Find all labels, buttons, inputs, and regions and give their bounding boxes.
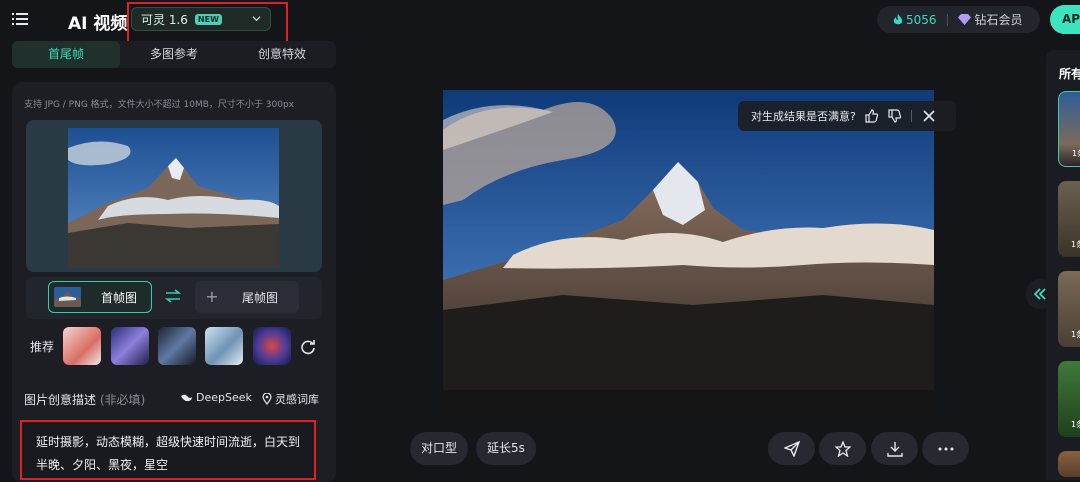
history-item[interactable]: 1条 xyxy=(1058,361,1080,437)
uploaded-image xyxy=(68,128,279,268)
double-chevron-left-icon xyxy=(1033,288,1046,300)
share-button[interactable] xyxy=(768,432,815,465)
recommend-item[interactable] xyxy=(111,327,149,365)
model-select-highlight xyxy=(127,2,288,44)
vip-button[interactable]: 钻石会员 xyxy=(957,11,1023,28)
whale-icon xyxy=(181,394,192,401)
history-item[interactable] xyxy=(1058,451,1080,477)
stats-divider xyxy=(946,13,948,26)
star-icon xyxy=(834,440,851,457)
recommend-item[interactable] xyxy=(205,327,243,365)
app-title: AI 视频 xyxy=(68,14,128,34)
recommend-item[interactable] xyxy=(158,327,196,365)
history-item-label: 1条 xyxy=(1071,240,1080,249)
more-button[interactable] xyxy=(922,432,969,465)
feedback-divider xyxy=(910,110,912,122)
account-stats[interactable]: 5056 钻石会员 xyxy=(877,6,1040,33)
lipsync-button[interactable]: 对口型 xyxy=(410,432,468,465)
tab-multi-image[interactable]: 多图参考 xyxy=(120,41,228,68)
credits-value: 5056 xyxy=(906,12,937,27)
recommend-item[interactable] xyxy=(63,327,101,365)
history-item-label: 1条 xyxy=(1071,330,1080,339)
history-item-label: 1条 xyxy=(1072,149,1080,158)
history-item[interactable]: 1条 xyxy=(1058,271,1080,347)
generated-video-preview[interactable] xyxy=(443,90,934,416)
add-icon: + xyxy=(205,287,219,306)
swap-icon[interactable] xyxy=(165,289,181,303)
tab-effects[interactable]: 创意特效 xyxy=(228,41,336,68)
description-highlight xyxy=(20,420,316,480)
close-icon[interactable] xyxy=(922,109,936,123)
deepseek-button[interactable]: DeepSeek xyxy=(180,391,252,404)
favorite-button[interactable] xyxy=(819,432,866,465)
extend-button[interactable]: 延长5s xyxy=(476,432,536,465)
feedback-bar: 对生成结果是否满意? xyxy=(738,101,956,131)
upload-hint: 支持 JPG / PNG 格式，文件大小不超过 10MB，尺寸不小于 300px xyxy=(24,100,294,110)
last-frame-label: 尾帧图 xyxy=(242,290,279,305)
flame-icon xyxy=(893,13,903,24)
optional-label: (非必填) xyxy=(99,393,146,407)
diamond-icon xyxy=(957,14,971,25)
history-item[interactable]: 1条 xyxy=(1058,91,1080,167)
thumbs-up-icon[interactable] xyxy=(865,109,879,123)
last-frame-button[interactable]: + 尾帧图 xyxy=(195,281,299,313)
api-button[interactable]: API xyxy=(1050,5,1080,34)
first-frame-thumbnail xyxy=(54,287,81,307)
first-frame-button[interactable]: 首帧图 xyxy=(48,281,152,313)
more-icon xyxy=(938,447,953,450)
recommend-item[interactable] xyxy=(253,327,291,365)
vip-label: 钻石会员 xyxy=(974,13,1023,27)
description-label: 图片创意描述 (非必填) xyxy=(24,391,145,408)
refresh-icon[interactable] xyxy=(300,339,316,355)
download-icon xyxy=(886,441,903,457)
description-label-text: 图片创意描述 xyxy=(24,393,97,407)
tab-first-last-frame[interactable]: 首尾帧 xyxy=(12,41,120,68)
location-pin-icon xyxy=(262,393,272,405)
history-item-label: 1条 xyxy=(1071,420,1080,429)
mode-tabs: 首尾帧 多图参考 创意特效 xyxy=(12,41,336,68)
lexicon-label: 灵感词库 xyxy=(275,393,319,406)
first-frame-label: 首帧图 xyxy=(101,290,138,305)
recommend-label: 推荐 xyxy=(30,340,55,354)
credits-display[interactable]: 5056 xyxy=(893,13,937,27)
history-title: 所有 xyxy=(1059,67,1080,81)
download-button[interactable] xyxy=(871,432,918,465)
send-icon xyxy=(783,440,800,457)
deepseek-label: DeepSeek xyxy=(196,391,252,404)
thumbs-down-icon[interactable] xyxy=(888,109,902,123)
feedback-question: 对生成结果是否满意? xyxy=(751,110,856,123)
menu-icon[interactable] xyxy=(12,11,28,27)
top-bar: AI 视频 可灵 1.6 NEW 5056 钻石会员 API xyxy=(0,0,1080,44)
history-item[interactable]: 1条 xyxy=(1058,181,1080,257)
lexicon-button[interactable]: 灵感词库 xyxy=(262,391,319,407)
